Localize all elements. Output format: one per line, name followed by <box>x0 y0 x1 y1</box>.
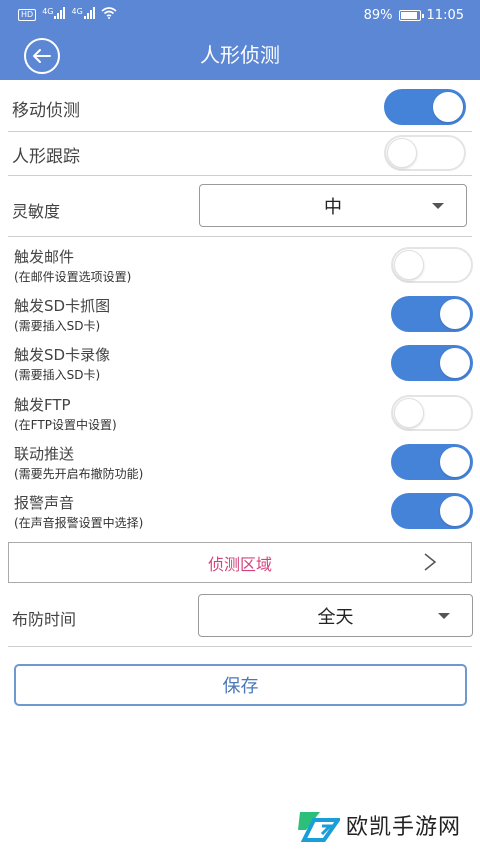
toggle-knob <box>440 299 470 329</box>
alarm-sound-title: 报警声音 <box>14 494 75 512</box>
title-bar: 人形侦测 <box>0 30 480 80</box>
schedule-value: 全天 <box>317 606 354 628</box>
caret-down-icon <box>438 612 450 619</box>
battery-icon <box>398 9 424 21</box>
wifi-icon <box>101 7 117 23</box>
toggle-knob <box>440 496 470 526</box>
trigger-ftp-sub: (在FTP设置中设置) <box>14 418 117 432</box>
linked-push-title: 联动推送 <box>14 445 75 463</box>
battery-percent: 89% <box>363 7 393 23</box>
trigger-ftp-title: 触发FTP <box>14 396 71 414</box>
trigger-ftp-toggle[interactable] <box>391 395 473 431</box>
toggle-knob <box>433 92 463 122</box>
sensitivity-value: 中 <box>324 196 342 218</box>
motion-detect-label: 移动侦测 <box>12 101 80 121</box>
hd-badge: HD <box>18 9 37 21</box>
schedule-label: 布防时间 <box>12 610 77 629</box>
human-track-toggle[interactable] <box>384 135 466 171</box>
save-button[interactable]: 保存 <box>14 664 467 706</box>
detect-zone-label: 侦测区域 <box>207 554 272 574</box>
divider <box>8 131 472 132</box>
toggle-knob <box>394 398 424 428</box>
linked-push-toggle[interactable] <box>391 444 473 480</box>
toggle-knob <box>394 250 424 280</box>
linked-push-sub: (需要先开启布撤防功能) <box>14 467 144 481</box>
caret-down-icon <box>432 202 444 209</box>
signal-icon-2: 4G <box>71 7 95 23</box>
schedule-select[interactable]: 全天 <box>198 594 473 637</box>
page-title: 人形侦测 <box>200 43 280 67</box>
toggle-knob <box>387 138 417 168</box>
clock: 11:05 <box>426 7 464 23</box>
trigger-sd-snap-sub: (需要插入SD卡) <box>14 319 101 333</box>
trigger-sd-record-sub: (需要插入SD卡) <box>14 368 101 382</box>
trigger-sd-record-title: 触发SD卡录像 <box>14 346 111 364</box>
toggle-knob <box>440 348 470 378</box>
alarm-sound-sub: (在声音报警设置中选择) <box>14 516 144 530</box>
alarm-sound-label: 报警声音 (在声音报警设置中选择) <box>14 493 143 533</box>
trigger-sd-record-label: 触发SD卡录像 (需要插入SD卡) <box>14 345 110 385</box>
chevron-right-icon <box>424 553 437 571</box>
divider <box>8 175 472 176</box>
trigger-ftp-label: 触发FTP (在FTP设置中设置) <box>14 395 117 435</box>
status-bar: HD 4G 4G 89% 11:05 <box>0 0 480 30</box>
linked-push-label: 联动推送 (需要先开启布撤防功能) <box>14 444 143 484</box>
alarm-sound-toggle[interactable] <box>391 493 473 529</box>
logo-icon <box>298 812 340 842</box>
trigger-sd-snap-label: 触发SD卡抓图 (需要插入SD卡) <box>14 296 110 336</box>
watermark: 欧凯手游网 <box>296 806 461 844</box>
human-track-label: 人形跟踪 <box>12 147 80 167</box>
trigger-email-label: 触发邮件 (在邮件设置选项设置) <box>14 247 131 287</box>
trigger-email-toggle[interactable] <box>391 247 473 283</box>
signal-icon-1: 4G <box>42 7 66 23</box>
status-left: HD 4G 4G <box>18 7 117 23</box>
trigger-email-title: 触发邮件 <box>14 248 75 266</box>
sensitivity-select[interactable]: 中 <box>199 184 467 227</box>
toggle-knob <box>440 447 470 477</box>
detect-zone-button[interactable]: 侦测区域 <box>8 542 472 583</box>
trigger-sd-snap-toggle[interactable] <box>391 296 473 332</box>
sensitivity-label: 灵敏度 <box>12 202 61 221</box>
divider <box>8 646 472 647</box>
watermark-text: 欧凯手游网 <box>346 815 462 840</box>
motion-detect-toggle[interactable] <box>384 89 466 125</box>
trigger-sd-snap-title: 触发SD卡抓图 <box>14 297 111 315</box>
trigger-sd-record-toggle[interactable] <box>391 345 473 381</box>
divider <box>8 236 472 237</box>
trigger-email-sub: (在邮件设置选项设置) <box>14 270 132 284</box>
status-right: 89% 11:05 <box>364 8 464 23</box>
